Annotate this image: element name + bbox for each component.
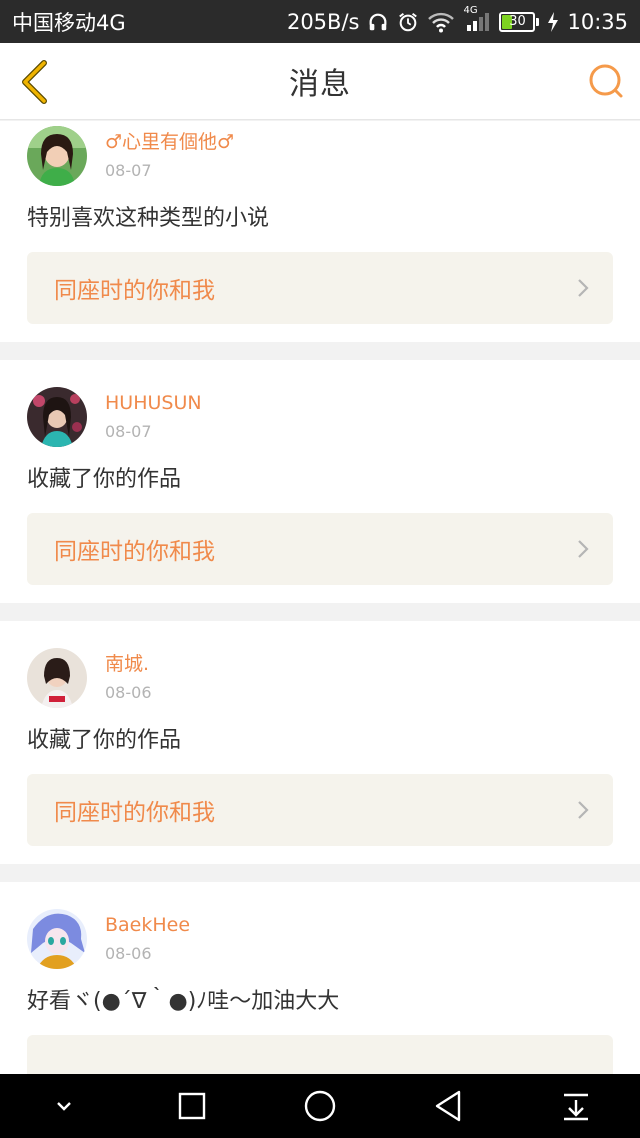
status-bar: 中国移动4G 205B/s 4G 30 10:35 [0,0,640,43]
chevron-down-icon [57,1102,71,1111]
message-text: 好看ヾ(●´∇｀●)ﾉ哇～加油大大 [27,989,340,1014]
timestamp: 08-06 [105,944,152,963]
back-triangle-icon [435,1090,461,1122]
headphones-icon [367,11,389,33]
timestamp: 08-07 [105,422,152,441]
chevron-right-icon [575,799,591,821]
work-link[interactable]: 同座时的你和我 [27,513,613,585]
page-title: 消息 [289,67,351,102]
message-text: 收藏了你的作品 [27,467,182,492]
notification-pulldown-icon [564,1093,588,1121]
chevron-left-icon [22,60,47,104]
timestamp: 08-06 [105,683,152,702]
alarm-icon [397,11,419,33]
carrier-label: 中国移动4G [12,10,126,35]
clock: 10:35 [567,9,628,34]
username[interactable]: 南城. [105,652,152,676]
username[interactable]: HUHUSUN [105,391,202,415]
notification-pulldown-button[interactable] [546,1076,606,1136]
battery-level: 30 [509,14,526,29]
message-text: 特别喜欢这种类型的小说 [27,206,270,231]
work-link[interactable]: 同座时的你和我 [27,252,613,324]
system-nav-bar [0,1074,640,1138]
username[interactable]: ♂心里有個他♂ [105,130,234,154]
cell-signal-icon: 4G [463,5,491,33]
search-icon [589,64,623,98]
avatar[interactable] [27,909,87,969]
message-screen: 中国移动4G 205B/s 4G 30 10:35 消息 ♂心里有個他♂ 08-… [0,0,640,1138]
message-text: 收藏了你的作品 [27,728,182,753]
chevron-right-icon [575,538,591,560]
system-back-button[interactable] [418,1076,478,1136]
home-icon [304,1090,336,1122]
recent-apps-button[interactable] [162,1076,222,1136]
work-title: 同座时的你和我 [54,539,215,565]
wifi-icon [427,11,455,33]
message-card: ♂心里有個他♂ 08-07 特别喜欢这种类型的小说 同座时的你和我 [0,121,640,342]
home-button[interactable] [290,1076,350,1136]
message-card: BaekHee 08-06 好看ヾ(●´∇｀●)ﾉ哇～加油大大 [0,882,640,1074]
work-title: 同座时的你和我 [54,800,215,826]
avatar[interactable] [27,126,87,186]
net-speed: 205B/s [286,9,360,34]
timestamp: 08-07 [105,161,152,180]
top-header: 消息 [0,43,640,120]
collapse-button[interactable] [34,1076,94,1136]
work-link[interactable] [27,1035,613,1074]
message-card: 南城. 08-06 收藏了你的作品 同座时的你和我 [0,621,640,864]
message-list[interactable]: ♂心里有個他♂ 08-07 特别喜欢这种类型的小说 同座时的你和我 HUHUSU… [0,121,640,1074]
work-title: 同座时的你和我 [54,278,215,304]
avatar[interactable] [27,387,87,447]
work-link[interactable]: 同座时的你和我 [27,774,613,846]
recent-apps-icon [178,1092,206,1120]
battery-icon: 30 [499,11,540,32]
avatar[interactable] [27,648,87,708]
username[interactable]: BaekHee [105,913,190,937]
back-button[interactable] [14,58,54,106]
charging-icon [547,11,559,33]
search-button[interactable] [586,61,626,101]
message-card: HUHUSUN 08-07 收藏了你的作品 同座时的你和我 [0,360,640,603]
signal-type-label: 4G [463,4,478,16]
chevron-right-icon [575,277,591,299]
